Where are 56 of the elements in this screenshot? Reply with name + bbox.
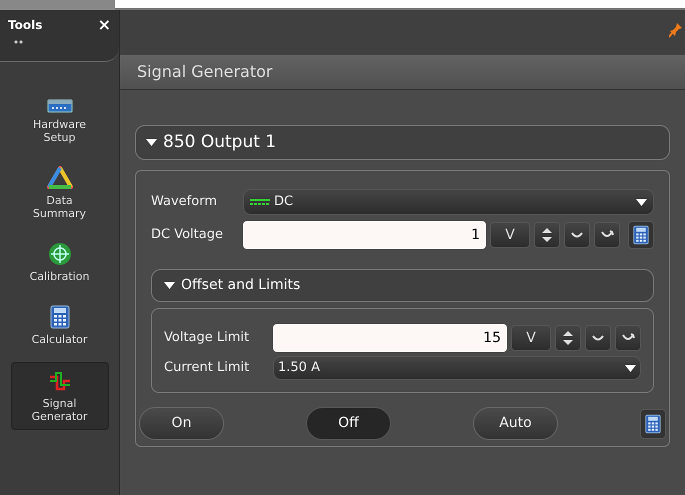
field-label: Voltage Limit (164, 329, 250, 348)
tool-label: Calibration (28, 270, 90, 283)
calculator-icon (645, 414, 661, 434)
caret-icon (164, 282, 175, 289)
eye-icon (14, 40, 24, 44)
tool-label: Signal Generator (30, 397, 88, 423)
voltage-field[interactable]: 1 (243, 221, 486, 249)
unit-button[interactable]: V (490, 222, 530, 248)
decrease-button[interactable] (564, 222, 590, 248)
curve-icon (570, 230, 584, 240)
crosshair-icon (48, 242, 72, 266)
calculator-button[interactable] (628, 221, 654, 249)
caret-icon (625, 364, 636, 372)
stepper-button[interactable] (534, 222, 560, 248)
tool-label: Calculator (30, 333, 88, 346)
tool-item[interactable]: Signal Generator (10, 362, 108, 430)
field-label: DC Voltage (151, 226, 224, 244)
tool-item[interactable]: Hardware Setup (10, 92, 108, 150)
up-down-arrows-icon (541, 227, 553, 243)
curve-icon (621, 333, 635, 343)
triangle-icon (46, 166, 72, 190)
stepper-button[interactable] (555, 325, 581, 351)
caret-icon (146, 139, 157, 146)
tool-item[interactable]: Data Summary (10, 160, 108, 226)
tool-label: Hardware Setup (32, 118, 88, 144)
decrease-button[interactable] (585, 325, 611, 351)
field-label: Current Limit (164, 359, 250, 378)
current-limit-dropdown[interactable]: 1.50 A (273, 356, 641, 380)
tool-item[interactable]: Calibration (10, 236, 108, 289)
calculator-icon (633, 225, 649, 245)
up-down-arrows-icon (562, 330, 574, 346)
caret-icon (636, 198, 647, 206)
calculator-icon (50, 305, 70, 329)
tool-label: Data Summary (32, 194, 88, 220)
increase-button[interactable] (594, 222, 620, 248)
field-label: Waveform (151, 193, 218, 212)
curve-icon (591, 333, 605, 343)
curve-icon (600, 230, 614, 240)
waveform-dropdown[interactable]: DC (243, 189, 654, 215)
mode-button[interactable]: On (139, 407, 224, 440)
square-wave-icon (48, 369, 72, 393)
unit-button[interactable]: V (511, 325, 551, 351)
mode-button[interactable]: Auto (473, 407, 558, 440)
tool-item[interactable]: Calculator (10, 299, 108, 352)
dc-icon (250, 199, 270, 205)
panel-title: Signal Generator (137, 61, 272, 83)
section-header[interactable]: 850 Output 1 (135, 125, 670, 160)
calculator-button[interactable] (640, 408, 666, 438)
sidebar-title: Tools (8, 17, 42, 34)
section-header[interactable]: Offset and Limits (151, 269, 654, 302)
hardware-icon (46, 98, 72, 114)
pin-icon[interactable] (669, 22, 683, 38)
mode-button[interactable]: Off (306, 407, 391, 440)
increase-button[interactable] (615, 325, 641, 351)
close-button[interactable]: × (98, 17, 111, 33)
voltage-limit-field[interactable]: 15 (273, 324, 507, 352)
